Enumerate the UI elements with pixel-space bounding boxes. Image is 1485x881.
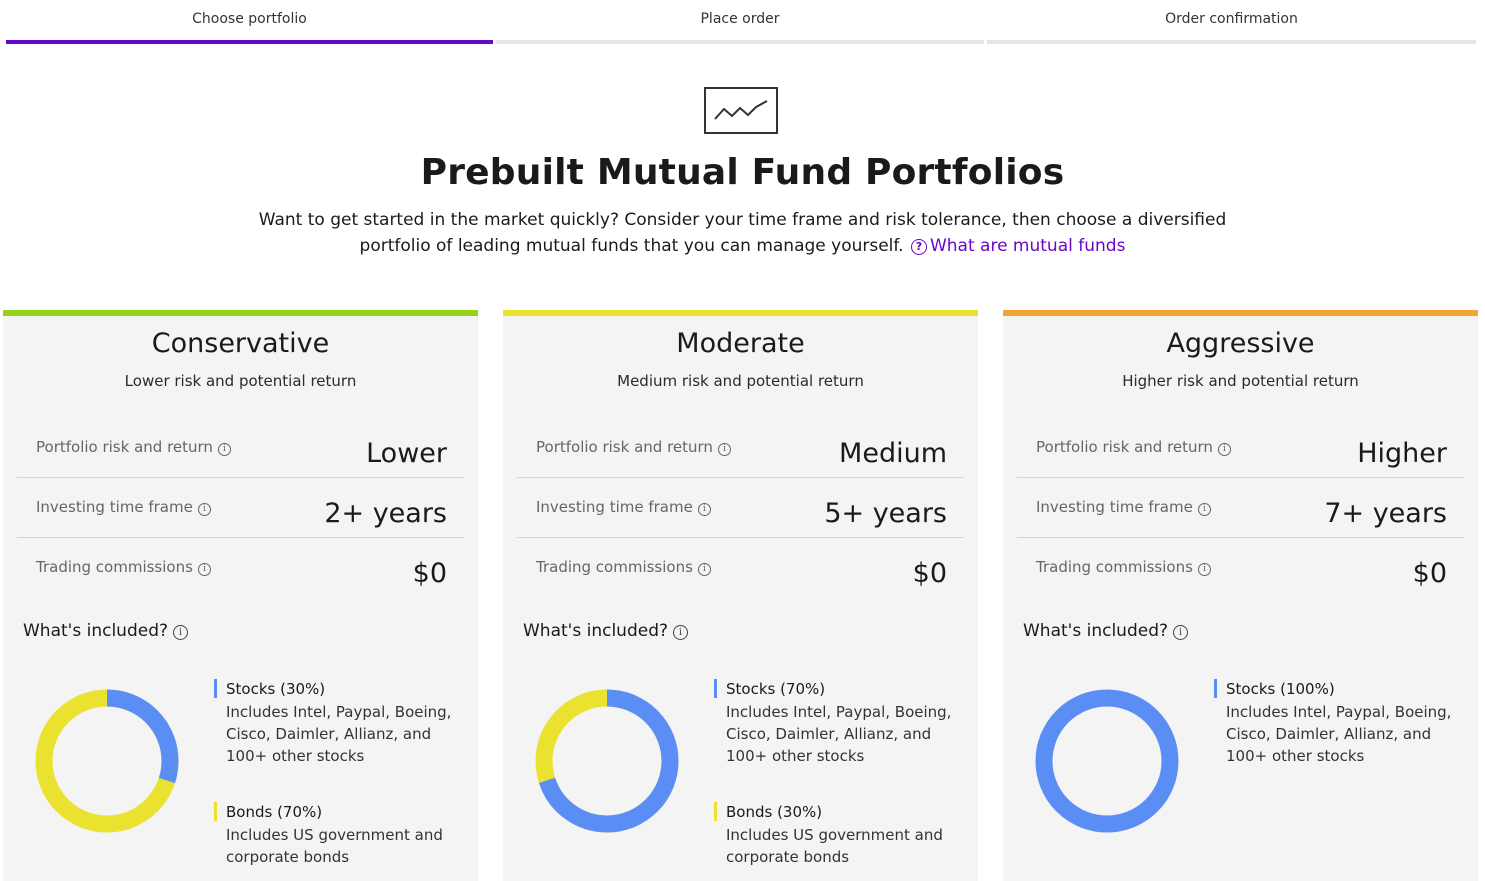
risk-value: Medium <box>839 438 947 469</box>
stocks-name: Stocks (30%) <box>226 680 326 698</box>
time-frame-value: 7+ years <box>1324 498 1447 529</box>
info-icon[interactable]: i <box>217 443 231 456</box>
portfolio-card-conservative[interactable]: Conservative Lower risk and potential re… <box>3 310 478 881</box>
time-frame-label: Investing time frame i <box>536 498 711 516</box>
commissions-value: $0 <box>912 558 947 589</box>
info-icon[interactable]: i <box>1217 443 1231 456</box>
card-accent-bar <box>3 310 478 316</box>
info-icon[interactable]: i <box>1197 503 1211 516</box>
info-icon[interactable]: i <box>197 503 211 516</box>
legend-bonds: Bonds (70%) Includes US government and c… <box>214 802 464 872</box>
card-accent-bar <box>1003 310 1478 316</box>
bonds-color-bar <box>214 802 217 821</box>
step-label: Order confirmation <box>1165 11 1298 27</box>
step-label: Place order <box>700 11 780 27</box>
info-icon[interactable]: i <box>697 503 711 516</box>
commissions-row: Trading commissions i $0 <box>1017 538 1464 598</box>
whats-included-heading: What's included? i <box>523 621 689 641</box>
time-frame-value: 5+ years <box>824 498 947 529</box>
whats-included-heading: What's included? i <box>23 621 189 641</box>
allocation-donut-chart <box>35 689 179 833</box>
legend-stocks: Stocks (30%) Includes Intel, Paypal, Boe… <box>214 679 464 789</box>
whats-included-heading: What's included? i <box>1023 621 1189 641</box>
info-icon[interactable]: i <box>697 563 711 576</box>
progress-stepper: Choose portfolio Place order Order confi… <box>6 0 1476 44</box>
time-frame-row: Investing time frame i 5+ years <box>517 478 964 538</box>
commissions-label: Trading commissions i <box>536 558 711 576</box>
time-frame-row: Investing time frame i 7+ years <box>1017 478 1464 538</box>
allocation-donut-chart <box>535 689 679 833</box>
info-icon[interactable]: i <box>717 443 731 456</box>
commissions-value: $0 <box>1412 558 1447 589</box>
legend-stocks: Stocks (70%) Includes Intel, Paypal, Boe… <box>714 679 964 789</box>
risk-row: Portfolio risk and return i Higher <box>1017 418 1464 478</box>
bonds-color-bar <box>714 802 717 821</box>
risk-label: Portfolio risk and return i <box>1036 438 1231 456</box>
commissions-label: Trading commissions i <box>1036 558 1211 576</box>
stocks-color-bar <box>1214 679 1217 698</box>
info-icon[interactable]: i <box>173 625 189 640</box>
card-subtitle: Medium risk and potential return <box>617 372 864 390</box>
stocks-description: Includes Intel, Paypal, Boeing, Cisco, D… <box>726 703 952 765</box>
time-frame-row: Investing time frame i 2+ years <box>17 478 464 538</box>
info-icon[interactable]: i <box>673 625 689 640</box>
commissions-value: $0 <box>412 558 447 589</box>
info-icon[interactable]: i <box>197 563 211 576</box>
card-subtitle: Lower risk and potential return <box>124 372 357 390</box>
step-label: Choose portfolio <box>192 11 307 27</box>
commissions-row: Trading commissions i $0 <box>17 538 464 598</box>
step-choose-portfolio[interactable]: Choose portfolio <box>6 0 493 44</box>
stocks-segment <box>1035 689 1179 833</box>
bonds-description: Includes US government and corporate bon… <box>726 826 943 866</box>
bonds-name: Bonds (30%) <box>726 803 823 821</box>
stocks-color-bar <box>214 679 217 698</box>
stocks-color-bar <box>714 679 717 698</box>
info-icon[interactable]: i <box>1173 625 1189 640</box>
card-subtitle: Higher risk and potential return <box>1122 372 1359 390</box>
risk-label: Portfolio risk and return i <box>36 438 231 456</box>
card-accent-bar <box>503 310 978 316</box>
step-progress-bar <box>6 40 493 44</box>
line-chart-icon <box>704 87 778 134</box>
card-title: Moderate <box>676 328 805 359</box>
commissions-row: Trading commissions i $0 <box>517 538 964 598</box>
help-circle-icon[interactable]: ? <box>910 239 927 255</box>
risk-label: Portfolio risk and return i <box>536 438 731 456</box>
time-frame-label: Investing time frame i <box>36 498 211 516</box>
stocks-name: Stocks (70%) <box>726 680 826 698</box>
what-are-mutual-funds-link[interactable]: What are mutual funds <box>930 236 1125 256</box>
risk-row: Portfolio risk and return i Medium <box>517 418 964 478</box>
bonds-description: Includes US government and corporate bon… <box>226 826 443 866</box>
step-progress-bar <box>496 40 984 44</box>
stocks-description: Includes Intel, Paypal, Boeing, Cisco, D… <box>226 703 452 765</box>
risk-value: Lower <box>366 438 447 469</box>
page-title: Prebuilt Mutual Fund Portfolios <box>420 152 1065 193</box>
risk-value: Higher <box>1357 438 1447 469</box>
time-frame-value: 2+ years <box>324 498 447 529</box>
card-title: Conservative <box>151 328 330 359</box>
legend-bonds: Bonds (30%) Includes US government and c… <box>714 802 964 872</box>
allocation-donut-chart <box>1035 689 1179 833</box>
legend-stocks: Stocks (100%) Includes Intel, Paypal, Bo… <box>1214 679 1464 789</box>
commissions-label: Trading commissions i <box>36 558 211 576</box>
step-place-order[interactable]: Place order <box>496 0 984 44</box>
step-order-confirmation[interactable]: Order confirmation <box>987 0 1476 44</box>
portfolio-card-moderate[interactable]: Moderate Medium risk and potential retur… <box>503 310 978 881</box>
intro-text: Want to get started in the market quickl… <box>240 207 1245 259</box>
step-progress-bar <box>987 40 1476 44</box>
portfolio-card-aggressive[interactable]: Aggressive Higher risk and potential ret… <box>1003 310 1478 881</box>
card-title: Aggressive <box>1166 328 1315 359</box>
stocks-description: Includes Intel, Paypal, Boeing, Cisco, D… <box>1226 703 1452 765</box>
info-icon[interactable]: i <box>1197 563 1211 576</box>
risk-row: Portfolio risk and return i Lower <box>17 418 464 478</box>
bonds-name: Bonds (70%) <box>226 803 323 821</box>
time-frame-label: Investing time frame i <box>1036 498 1211 516</box>
stocks-name: Stocks (100%) <box>1226 680 1335 698</box>
